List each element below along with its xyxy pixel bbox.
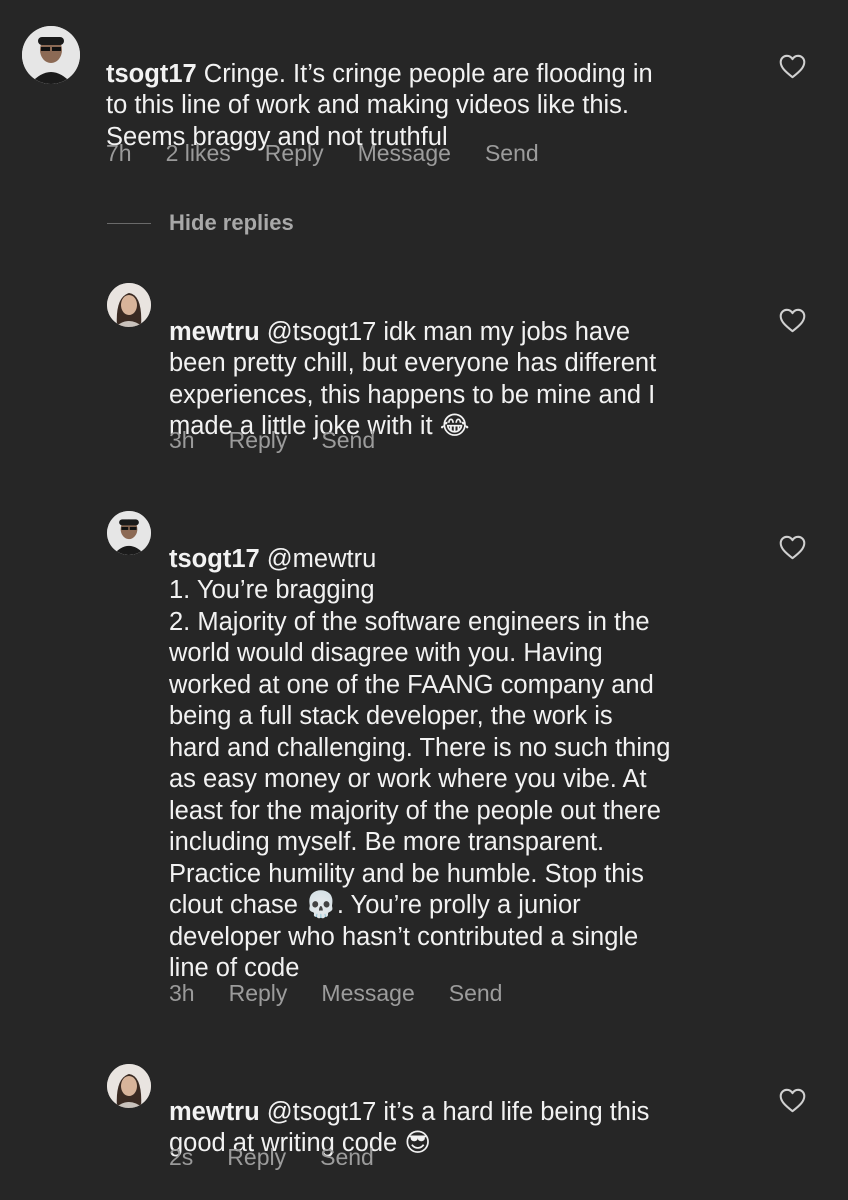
reply-meta: 2s Reply Send (169, 1144, 408, 1171)
reply-time: 3h (169, 980, 195, 1006)
send-button[interactable]: Send (485, 140, 539, 167)
comment-username[interactable]: tsogt17 (106, 60, 197, 88)
reply-body: @mewtru 1. You’re bragging 2. Majority o… (169, 544, 671, 983)
comment-meta: 7h 2 likes Reply Message Send (106, 140, 573, 167)
reply-button[interactable]: Reply (229, 427, 288, 454)
hide-replies-toggle[interactable]: Hide replies (107, 210, 294, 236)
reply-meta: 3h Reply Message Send (169, 980, 536, 1007)
reply-username[interactable]: tsogt17 (169, 545, 260, 573)
send-button[interactable]: Send (449, 980, 503, 1007)
reply-button[interactable]: Reply (229, 980, 288, 1007)
like-heart-icon[interactable] (779, 54, 806, 79)
avatar-tsogt17[interactable] (22, 26, 80, 84)
message-button[interactable]: Message (321, 980, 414, 1007)
avatar-tsogt17[interactable] (107, 511, 151, 555)
reply-time: 2s (169, 1144, 194, 1170)
like-heart-icon[interactable] (779, 308, 806, 333)
reply-text: mewtru @tsogt17 idk man my jobs have bee… (169, 285, 769, 443)
reply-meta: 3h Reply Send (169, 427, 409, 454)
message-button[interactable]: Message (358, 140, 451, 167)
reply-username[interactable]: mewtru (169, 318, 260, 346)
reply-button[interactable]: Reply (265, 140, 324, 167)
reply-time: 3h (169, 427, 195, 453)
reply-username[interactable]: mewtru (169, 1098, 260, 1126)
comment-text: tsogt17 Cringe. It’s cringe people are f… (106, 27, 756, 153)
hide-replies-divider (107, 222, 151, 224)
send-button[interactable]: Send (321, 427, 375, 454)
comment-time: 7h (106, 140, 132, 166)
hide-replies-label[interactable]: Hide replies (169, 210, 294, 236)
avatar-mewtru[interactable] (107, 283, 151, 327)
likes-count[interactable]: 2 likes (166, 140, 231, 167)
reply-button[interactable]: Reply (227, 1144, 286, 1171)
avatar-mewtru[interactable] (107, 1064, 151, 1108)
like-heart-icon[interactable] (779, 1088, 806, 1113)
like-heart-icon[interactable] (779, 535, 806, 560)
reply-text: tsogt17 @mewtru 1. You’re bragging 2. Ma… (169, 512, 769, 985)
send-button[interactable]: Send (320, 1144, 374, 1171)
